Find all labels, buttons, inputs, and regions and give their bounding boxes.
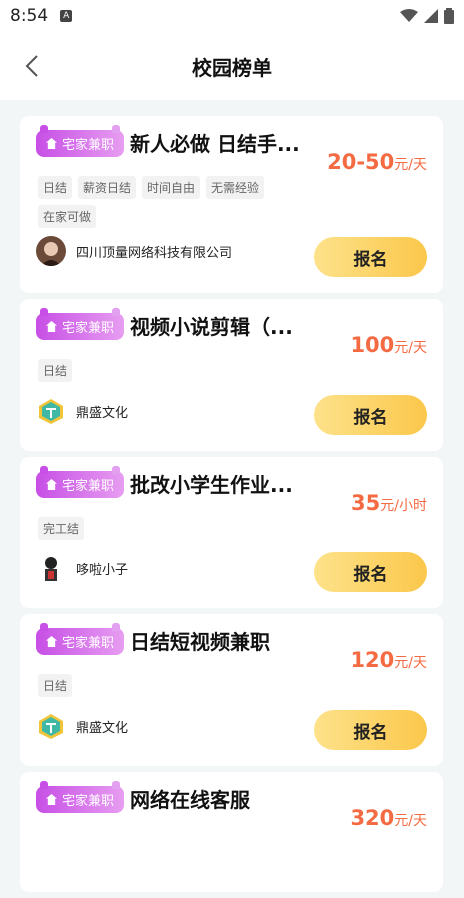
battery-icon (444, 8, 454, 24)
job-tags: 日结 薪资日结 时间自由 无需经验 在家可做 (38, 176, 278, 228)
chevron-left-icon (25, 55, 38, 77)
salary-unit: 元/天 (394, 157, 427, 173)
job-card[interactable]: 宅家兼职 日结短视频兼职 120元/天 日结 鼎盛文化 报名 (20, 614, 443, 766)
tag-chip: 时间自由 (142, 176, 201, 199)
company-logo-icon (36, 711, 66, 741)
apply-button[interactable]: 报名 (314, 710, 427, 750)
salary-unit: 元/天 (394, 655, 427, 671)
job-tags: 日结 (38, 674, 278, 697)
apply-button[interactable]: 报名 (314, 395, 427, 435)
company-logo-icon (36, 396, 66, 426)
category-badge: 宅家兼职 (36, 308, 124, 340)
signal-icon (424, 9, 438, 23)
tag-chip: 薪资日结 (78, 176, 137, 199)
job-salary: 120元/天 (350, 648, 427, 672)
job-tags: 日结 (38, 359, 278, 382)
company-name: 鼎盛文化 (76, 405, 129, 421)
status-bar: 8:54 A (0, 0, 464, 32)
apply-button[interactable]: 报名 (314, 552, 427, 592)
badge-label: 宅家兼职 (62, 794, 115, 809)
job-list: 宅家兼职 新人必做 日结手... 20-50元/天 日结 薪资日结 时间自由 无… (20, 116, 443, 898)
avatar (36, 553, 66, 583)
job-title: 视频小说剪辑（... (130, 315, 293, 339)
salary-amount: 320 (350, 806, 395, 830)
nav-bar: 校园榜单 (0, 32, 464, 100)
tag-chip: 完工结 (38, 517, 85, 540)
house-icon (46, 479, 57, 490)
badge-label: 宅家兼职 (62, 479, 115, 494)
badge-label: 宅家兼职 (62, 321, 115, 336)
job-title: 网络在线客服 (130, 788, 250, 812)
job-title: 新人必做 日结手... (130, 132, 300, 156)
apply-button[interactable]: 报名 (314, 237, 427, 277)
wifi-icon (400, 9, 418, 22)
salary-amount: 35 (351, 491, 381, 515)
tag-chip: 在家可做 (38, 205, 97, 228)
company-info: 鼎盛文化 (36, 396, 128, 426)
job-title: 日结短视频兼职 (130, 630, 270, 654)
job-card[interactable]: 宅家兼职 视频小说剪辑（... 100元/天 日结 鼎盛文化 报名 (20, 299, 443, 451)
company-name: 鼎盛文化 (76, 720, 129, 736)
job-salary: 20-50元/天 (327, 150, 427, 174)
category-badge: 宅家兼职 (36, 623, 124, 655)
job-salary: 35元/小时 (351, 491, 427, 515)
house-icon (46, 794, 57, 805)
salary-unit: 元/天 (394, 813, 427, 829)
salary-amount: 120 (350, 648, 395, 672)
house-icon (46, 321, 57, 332)
job-card[interactable]: 宅家兼职 网络在线客服 320元/天 (20, 772, 443, 892)
salary-amount: 100 (350, 333, 395, 357)
back-button[interactable] (18, 52, 46, 80)
salary-amount: 20-50 (327, 150, 395, 174)
company-info: 鼎盛文化 (36, 711, 128, 741)
salary-unit: 元/小时 (380, 498, 427, 514)
salary-unit: 元/天 (394, 340, 427, 356)
status-time: 8:54 (10, 6, 49, 26)
category-badge: 宅家兼职 (36, 125, 124, 157)
company-name: 四川顶量网络科技有限公司 (76, 245, 233, 261)
house-icon (46, 138, 57, 149)
tag-chip: 日结 (38, 176, 73, 199)
tag-chip: 日结 (38, 674, 73, 697)
tag-chip: 日结 (38, 359, 73, 382)
page-title: 校园榜单 (192, 55, 272, 80)
avatar (36, 236, 66, 266)
category-badge: 宅家兼职 (36, 466, 124, 498)
company-info: 哆啦小子 (36, 553, 128, 583)
job-tags: 完工结 (38, 517, 278, 540)
job-title: 批改小学生作业... (130, 473, 293, 497)
house-icon (46, 636, 57, 647)
company-name: 哆啦小子 (76, 562, 129, 578)
category-badge: 宅家兼职 (36, 781, 124, 813)
job-card[interactable]: 宅家兼职 新人必做 日结手... 20-50元/天 日结 薪资日结 时间自由 无… (20, 116, 443, 293)
tag-chip: 无需经验 (206, 176, 265, 199)
job-salary: 100元/天 (350, 333, 427, 357)
company-info: 四川顶量网络科技有限公司 (36, 236, 232, 266)
job-card[interactable]: 宅家兼职 批改小学生作业... 35元/小时 完工结 哆啦小子 报名 (20, 457, 443, 608)
notification-a-icon: A (60, 10, 73, 22)
badge-label: 宅家兼职 (62, 138, 115, 153)
badge-label: 宅家兼职 (62, 636, 115, 651)
job-salary: 320元/天 (350, 806, 427, 830)
